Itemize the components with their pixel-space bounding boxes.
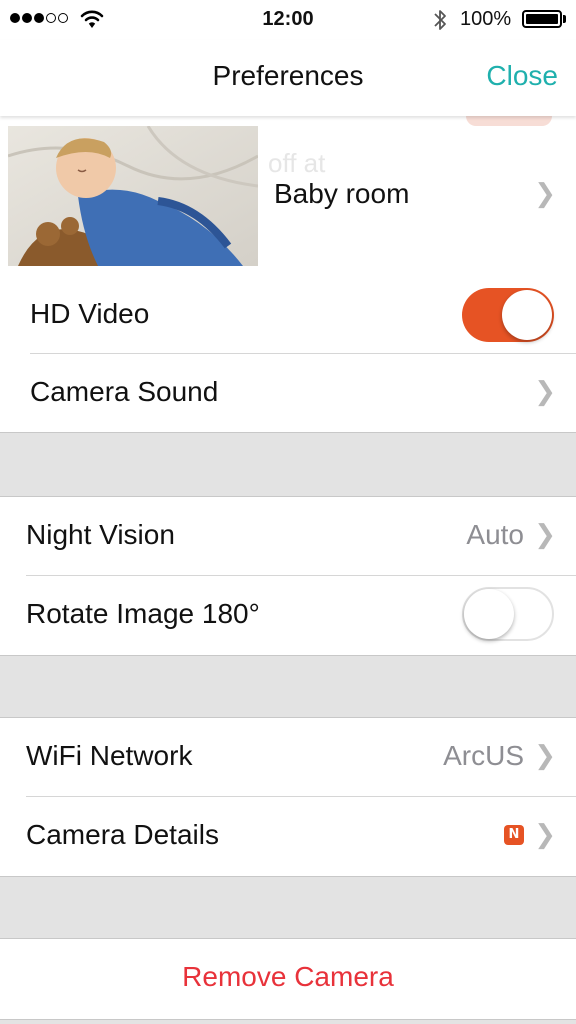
chevron-right-icon: ❯ <box>534 178 556 208</box>
wifi-network-label: WiFi Network <box>26 740 193 771</box>
camera-sound-label: Camera Sound <box>30 376 219 407</box>
chevron-right-icon: ❯ <box>534 376 556 406</box>
rotate-image-label: Rotate Image 180° <box>26 598 260 629</box>
hd-video-toggle[interactable] <box>462 288 554 342</box>
close-button[interactable]: Close <box>486 60 558 92</box>
night-vision-label: Night Vision <box>26 519 175 550</box>
camera-details-row[interactable]: Camera Details N ❯ <box>0 797 576 875</box>
battery-percent: 100% <box>460 8 512 30</box>
new-badge: N <box>504 825 524 845</box>
camera-name: Baby room <box>274 178 410 209</box>
hd-video-label: HD Video <box>30 298 150 329</box>
remove-camera-section: Remove Camera <box>0 938 576 1020</box>
rotate-image-toggle[interactable] <box>462 587 554 641</box>
camera-row[interactable]: off at Baby room ❯ <box>0 116 576 275</box>
chevron-right-icon: ❯ <box>534 819 556 849</box>
rotate-image-row: Rotate Image 180° <box>0 576 576 654</box>
camera-thumbnail <box>8 126 258 266</box>
night-vision-row[interactable]: Night Vision Auto ❯ <box>0 497 576 575</box>
scrolled-toggle-remnant <box>466 116 552 126</box>
camera-details-label: Camera Details <box>26 819 219 850</box>
scrolled-text-remnant: off at <box>268 148 326 178</box>
network-section: WiFi Network ArcUS ❯ Camera Details N ❯ <box>0 717 576 877</box>
video-settings-section: HD Video Camera Sound ❯ <box>0 274 576 433</box>
image-settings-section: Night Vision Auto ❯ Rotate Image 180° <box>0 496 576 656</box>
chevron-right-icon: ❯ <box>534 740 556 770</box>
bluetooth-icon <box>434 10 446 30</box>
hd-video-row: HD Video <box>0 276 576 354</box>
night-vision-value: Auto <box>466 519 524 550</box>
chevron-right-icon: ❯ <box>534 519 556 549</box>
battery-icon <box>522 10 562 28</box>
wifi-network-row[interactable]: WiFi Network ArcUS ❯ <box>0 718 576 796</box>
wifi-network-value: ArcUS <box>443 740 524 771</box>
camera-sound-row[interactable]: Camera Sound ❯ <box>0 354 576 432</box>
remove-camera-button[interactable]: Remove Camera <box>0 961 576 993</box>
